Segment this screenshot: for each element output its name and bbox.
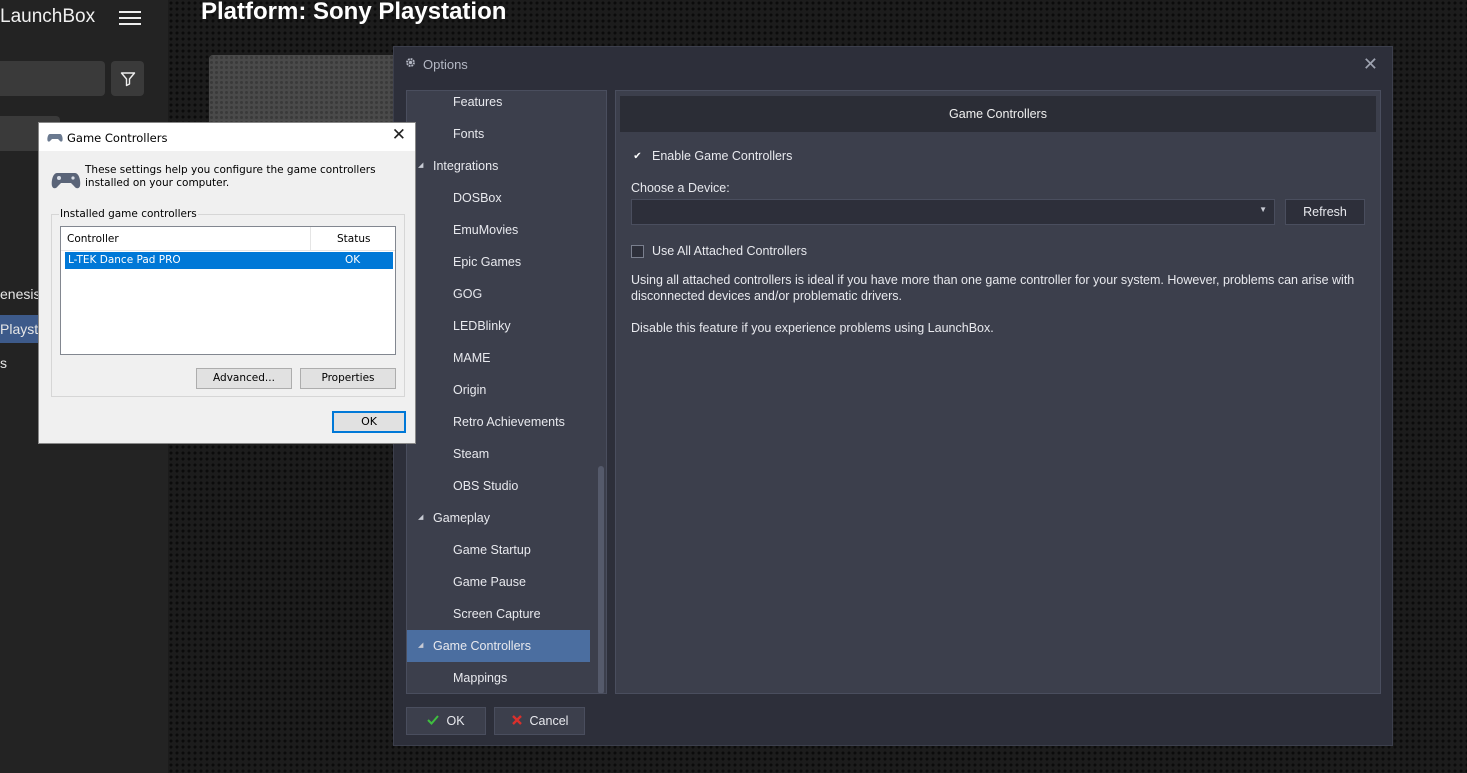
nav-item-fonts[interactable]: Fonts [407, 118, 590, 150]
close-icon[interactable]: ✕ [1363, 55, 1378, 73]
nav-item-mame[interactable]: MAME [407, 342, 590, 374]
nav-item-label: Mappings [453, 671, 508, 685]
dialog-intro: These settings help you configure the ga… [85, 164, 376, 189]
cancel-label: Cancel [529, 714, 569, 728]
device-select[interactable]: ▼ [631, 199, 1275, 225]
options-title: Options [423, 56, 468, 72]
nav-item-dosbox[interactable]: DOSBox [407, 182, 590, 214]
game-controllers-dialog: Game Controllers ✕ These settings help y… [38, 122, 416, 444]
nav-item-label: Steam [453, 447, 490, 461]
options-titlebar: Options [404, 56, 468, 72]
nav-item-label: EmuMovies [453, 223, 519, 237]
nav-item-label: Retro Achievements [453, 415, 565, 429]
nav-item-integrations[interactable]: ◢ Integrations [407, 150, 590, 182]
nav-item-gameplay[interactable]: ◢ Gameplay [407, 502, 590, 534]
cancel-icon [511, 714, 523, 729]
nav-item-label: Screen Capture [453, 607, 541, 621]
row-status: OK [345, 254, 361, 266]
description-text: Using all attached controllers is ideal … [631, 273, 1355, 303]
enable-controllers-checkbox[interactable]: ✔ Enable Game Controllers [631, 149, 792, 163]
platform-title: Platform: Sony Playstation [201, 0, 507, 25]
dialog-ok-button[interactable]: OK [332, 411, 406, 433]
content-title: Game Controllers [620, 96, 1376, 132]
ok-label: OK [446, 714, 465, 728]
nav-item-epic-games[interactable]: Epic Games [407, 246, 590, 278]
refresh-button[interactable]: Refresh [1285, 199, 1365, 225]
cancel-button[interactable]: Cancel [494, 707, 585, 735]
options-content: Game Controllers ✔ Enable Game Controlle… [615, 90, 1381, 694]
advanced-button[interactable]: Advanced... [196, 368, 292, 389]
nav-item-game-startup[interactable]: Game Startup [407, 534, 590, 566]
nav-item-label: Gameplay [433, 511, 490, 525]
search-input[interactable] [0, 61, 105, 96]
expand-arrow-icon[interactable]: ◢ [418, 502, 423, 534]
nav-item-label: Fonts [453, 127, 485, 141]
controllers-list[interactable]: Controller Status L-TEK Dance Pad PRO OK [60, 226, 396, 355]
chevron-down-icon: ▼ [1259, 205, 1267, 214]
device-label: Choose a Device: [631, 181, 730, 195]
nav-item-label: Integrations [433, 159, 499, 173]
properties-button[interactable]: Properties [300, 368, 396, 389]
table-row[interactable]: L-TEK Dance Pad PRO OK [65, 252, 393, 269]
nav-item-game-pause[interactable]: Game Pause [407, 566, 590, 598]
nav-item-game-controllers[interactable]: ◢ Game Controllers [407, 630, 590, 662]
nav-item-gog[interactable]: GOG [407, 278, 590, 310]
nav-item-label: GOG [453, 287, 483, 301]
nav-item-label: Game Startup [453, 543, 531, 557]
dialog-title: Game Controllers [67, 131, 168, 145]
menu-icon[interactable] [119, 11, 141, 25]
nav-item-label: LEDBlinky [453, 319, 511, 333]
sidebar-item-playstation[interactable]: Playstatio [0, 315, 40, 343]
filter-icon[interactable] [111, 61, 144, 96]
nav-item-origin[interactable]: Origin [407, 374, 590, 406]
sidebar-item-other[interactable]: s [0, 355, 7, 371]
group-label: Installed game controllers [59, 208, 198, 220]
checkmark-icon[interactable]: ✔ [631, 150, 644, 163]
options-window: Options ✕ Features Fonts ◢ Integrations DOSB… [393, 46, 1393, 746]
nav-item-label: OBS Studio [453, 479, 519, 493]
row-controller: L-TEK Dance Pad PRO [68, 254, 181, 266]
nav-item-label: MAME [453, 351, 491, 365]
nav-item-label: Epic Games [453, 255, 522, 269]
gamepad-icon [51, 169, 81, 194]
nav-item-screen-capture[interactable]: Screen Capture [407, 598, 590, 630]
column-controller[interactable]: Controller [67, 233, 119, 245]
installed-controllers-group: Installed game controllers Controller St… [51, 208, 405, 397]
use-all-controllers-label: Use All Attached Controllers [652, 244, 807, 258]
ok-button[interactable]: OK [406, 707, 486, 735]
app-title: LaunchBox [0, 6, 96, 27]
close-icon[interactable]: ✕ [392, 127, 406, 144]
expand-arrow-icon[interactable]: ◢ [418, 630, 423, 662]
list-header: Controller Status [61, 227, 395, 251]
nav-item-label: Features [453, 95, 503, 109]
nav-item-label: DOSBox [453, 191, 502, 205]
gear-icon [404, 56, 417, 72]
checkbox-box[interactable] [631, 244, 644, 258]
sidebar-item-genesis[interactable]: enesis [0, 286, 40, 302]
column-status[interactable]: Status [337, 233, 370, 245]
dialog-titlebar: Game Controllers ✕ [39, 123, 415, 151]
nav-item-features[interactable]: Features [407, 91, 590, 118]
note-text: Disable this feature if you experience p… [631, 321, 994, 335]
use-all-controllers-checkbox[interactable]: Use All Attached Controllers [631, 244, 807, 258]
nav-item-steam[interactable]: Steam [407, 438, 590, 470]
enable-controllers-label: Enable Game Controllers [652, 149, 793, 163]
nav-item-obs-studio[interactable]: OBS Studio [407, 470, 590, 502]
nav-item-label: Game Controllers [433, 639, 531, 653]
nav-item-label: Game Pause [453, 575, 526, 589]
expand-arrow-icon[interactable]: ◢ [418, 150, 423, 182]
nav-item-retro-achievements[interactable]: Retro Achievements [407, 406, 590, 438]
nav-item-mappings[interactable]: Mappings [407, 662, 590, 693]
gamepad-icon [47, 131, 63, 146]
nav-scrollbar[interactable] [598, 466, 604, 693]
nav-item-emumovies[interactable]: EmuMovies [407, 214, 590, 246]
nav-item-label: Origin [453, 383, 487, 397]
check-icon [427, 714, 440, 728]
nav-item-ledblinky[interactable]: LEDBlinky [407, 310, 590, 342]
options-nav-tree: Features Fonts ◢ Integrations DOSBox EmuMovie… [406, 90, 607, 694]
